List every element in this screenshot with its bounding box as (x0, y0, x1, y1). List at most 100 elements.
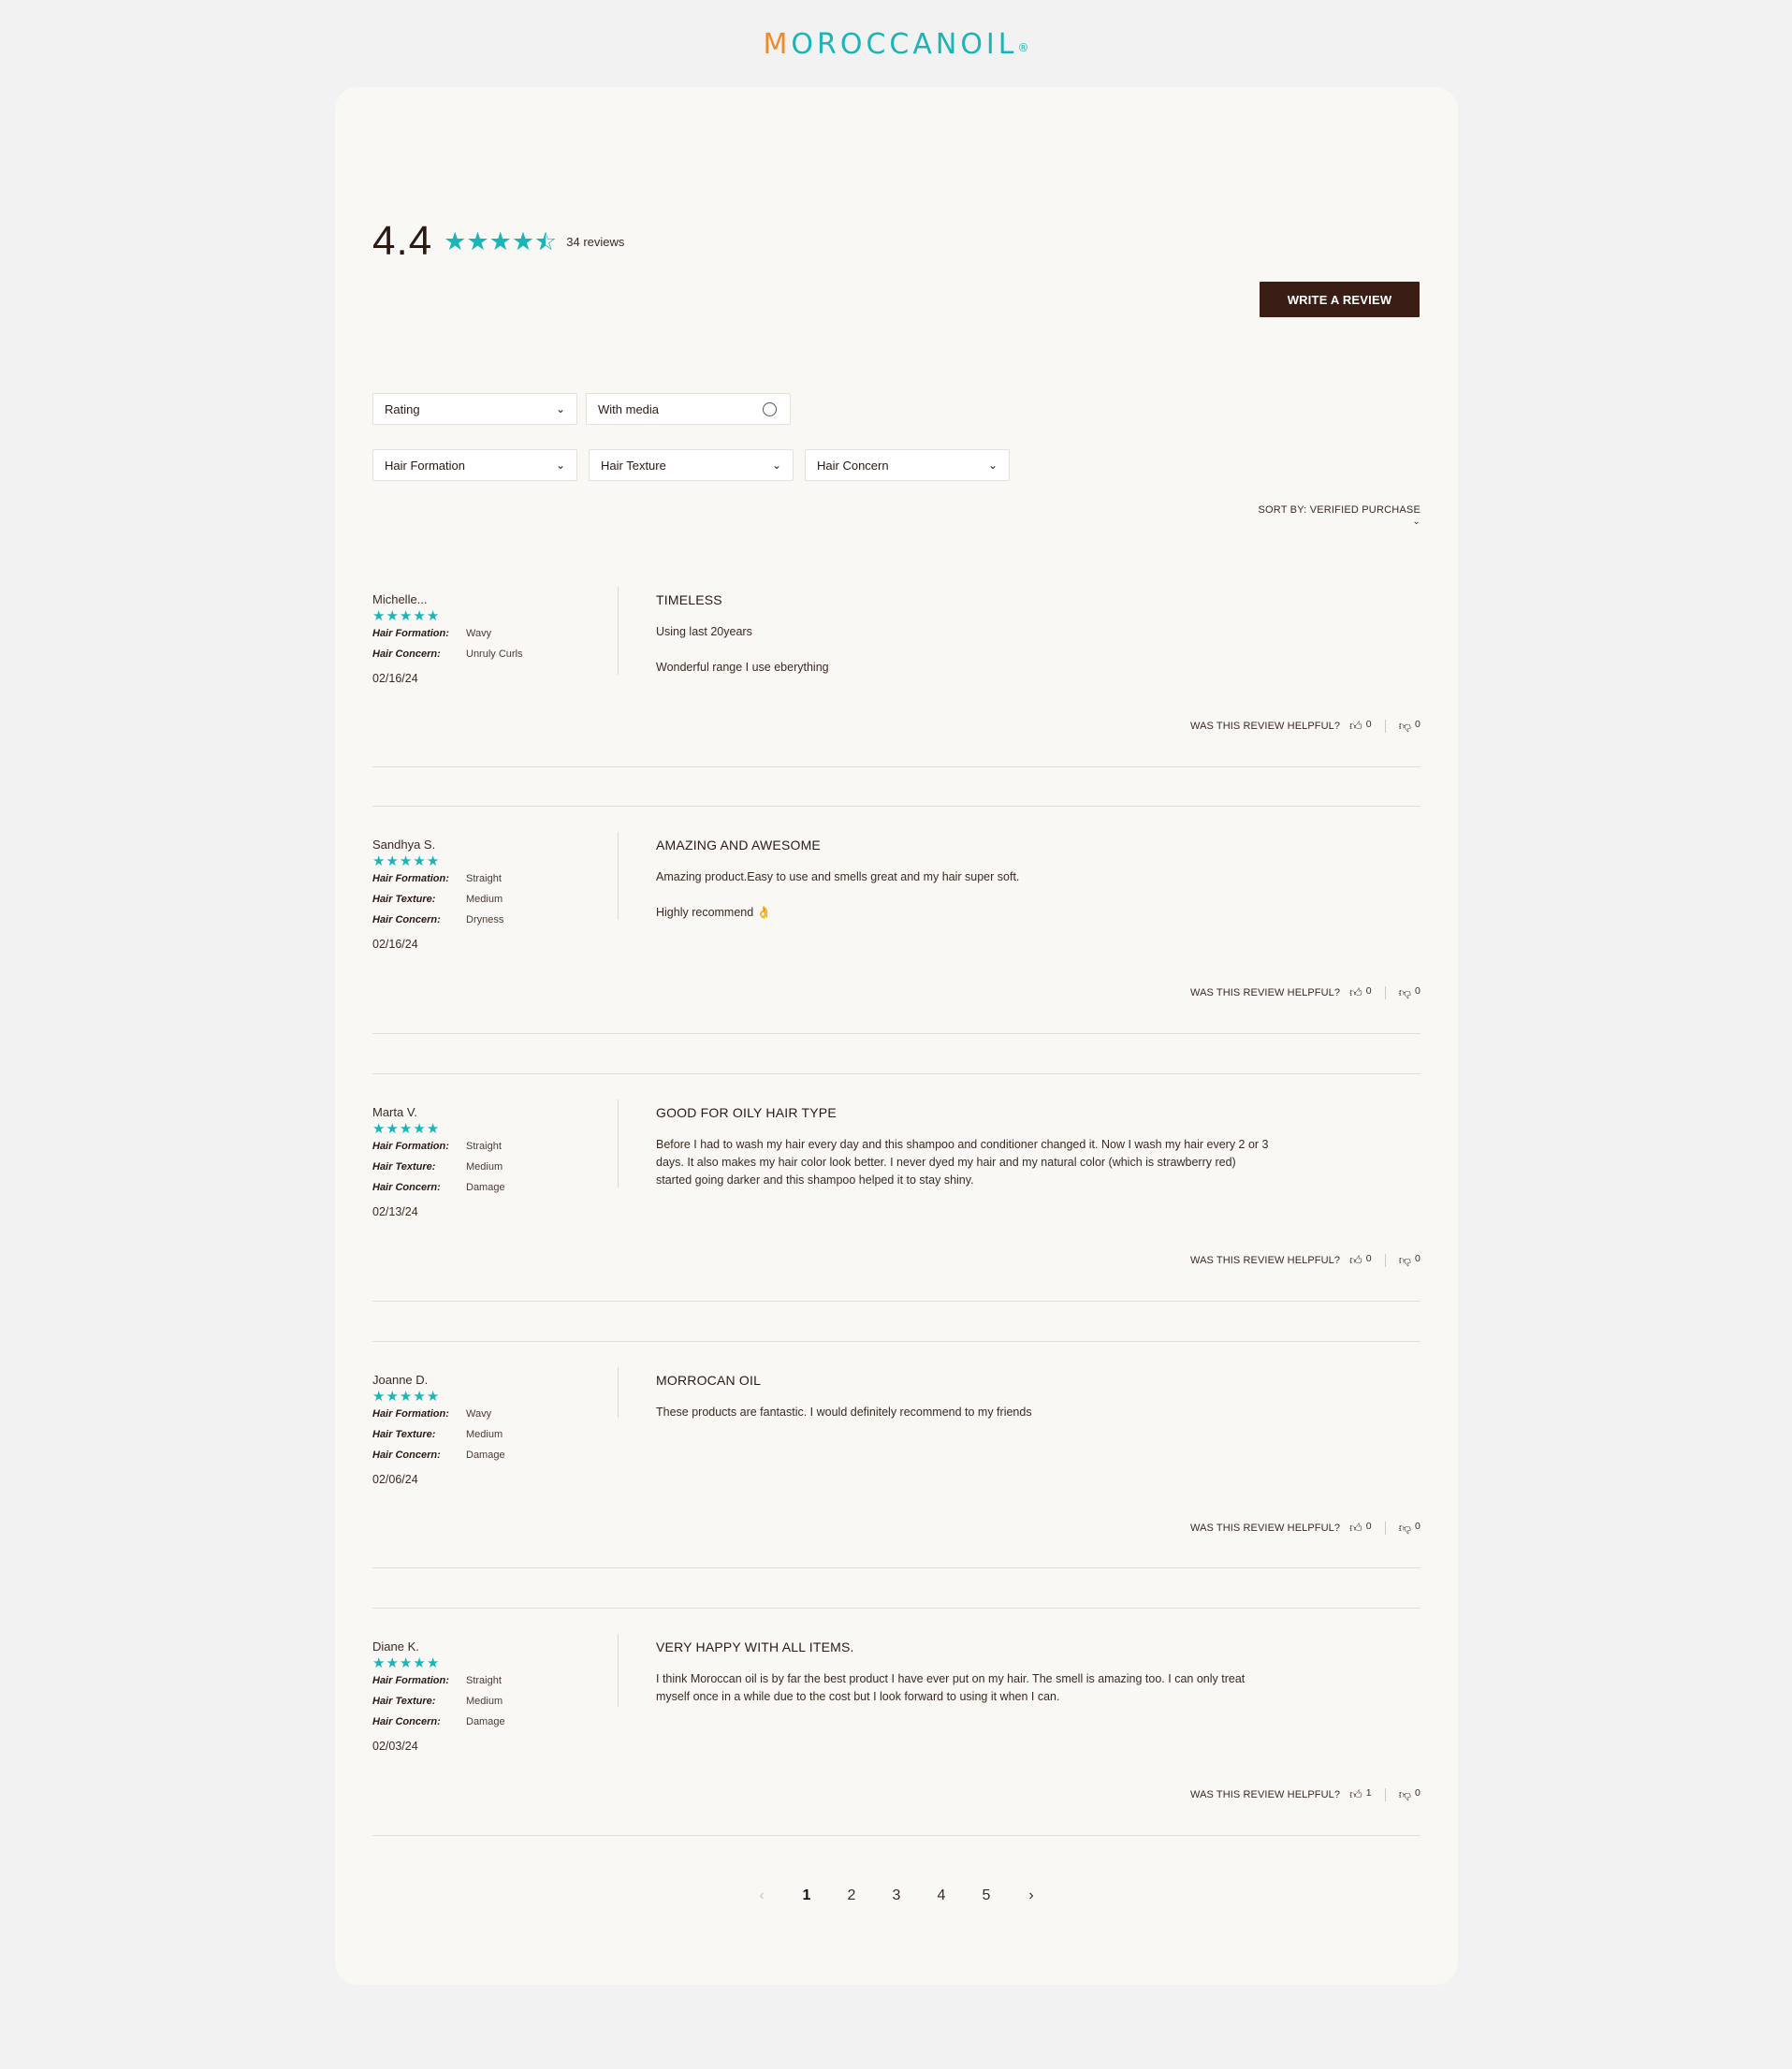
review-paragraph: Highly recommend 👌 (656, 906, 772, 919)
thumbs-down-button[interactable]: 👎︎ 0 (1399, 1787, 1420, 1802)
previous-page-button[interactable]: ‹ (739, 1887, 784, 1904)
attribute-label: Hair Concern: (372, 1716, 441, 1727)
thumbs-down-button[interactable]: 👎︎ 0 (1399, 719, 1420, 734)
thumbs-up-button[interactable]: 👍︎ 0 (1349, 1521, 1372, 1536)
attribute-label: Hair Texture: (372, 1161, 436, 1173)
review-date: 02/16/24 (372, 938, 418, 951)
review-body: I think Moroccan oil is by far the best … (656, 1670, 1274, 1724)
rating-summary: 4.4 ★ ★ ★ ★ ☆★ 34 reviews (372, 218, 624, 265)
with-media-radio[interactable] (763, 401, 777, 416)
star-icon: ★ (413, 1121, 426, 1137)
chevron-down-icon: ⌄ (555, 459, 565, 472)
thumbs-down-button[interactable]: 👎︎ 0 (1399, 1521, 1420, 1536)
attribute-label: Hair Formation: (372, 1408, 449, 1420)
review-count: 34 reviews (566, 234, 625, 249)
review-divider (372, 1341, 1420, 1342)
review-divider-vertical (618, 1100, 619, 1187)
star-icon: ★ (426, 1121, 440, 1137)
chevron-down-icon: ⌄ (987, 459, 998, 472)
attribute-label: Hair Formation: (372, 873, 449, 884)
with-media-label: With media (598, 401, 660, 416)
hair-concern-filter-dropdown[interactable]: Hair Concern ⌄ (805, 449, 1010, 481)
page-4-button[interactable]: 4 (919, 1887, 964, 1904)
hair-concern-attribute: Hair Concern: Damage (372, 1450, 505, 1461)
review-title: GOOD FOR OILY HAIR TYPE (656, 1105, 837, 1120)
hair-formation-attribute: Hair Formation: Straight (372, 873, 502, 884)
thumbs-up-button[interactable]: 👍︎ 0 (1349, 1253, 1372, 1268)
star-icon: ★ (426, 608, 440, 624)
review-body: Using last 20years Wonderful range I use… (656, 623, 1274, 694)
page-1-button[interactable]: 1 (784, 1887, 829, 1904)
rating-filter-label: Rating (385, 401, 420, 416)
attribute-label: Hair Formation: (372, 1675, 449, 1686)
star-icon: ★ (386, 608, 399, 624)
review-paragraph: Using last 20years (656, 625, 752, 638)
helpful-question: WAS THIS REVIEW HELPFUL? (1190, 1255, 1341, 1266)
helpful-question: WAS THIS REVIEW HELPFUL? (1190, 987, 1341, 998)
helpful-question: WAS THIS REVIEW HELPFUL? (1190, 721, 1341, 732)
reviewer-name: Joanne D. (372, 1373, 429, 1387)
review-stars: ★ ★ ★ ★ ★ (372, 1656, 440, 1670)
star-icon: ★ (466, 226, 489, 255)
star-icon: ★ (413, 608, 426, 624)
attribute-value: Dryness (466, 914, 504, 925)
star-icon: ★ (372, 1655, 386, 1671)
logo-initial: M (763, 28, 792, 61)
sort-by-dropdown[interactable]: SORT BY: VERIFIED PURCHASE ⌄ (1252, 504, 1420, 527)
hair-texture-filter-label: Hair Texture (601, 458, 666, 473)
review-stars: ★ ★ ★ ★ ★ (372, 1390, 440, 1404)
attribute-label: Hair Concern: (372, 914, 441, 925)
thumbs-up-icon: 👍︎ (1349, 719, 1362, 733)
hair-concern-attribute: Hair Concern: Damage (372, 1182, 505, 1193)
hair-concern-attribute: Hair Concern: Dryness (372, 914, 503, 925)
review-paragraph: These products are fantastic. I would de… (656, 1406, 1032, 1419)
attribute-value: Wavy (466, 1408, 492, 1420)
thumbs-down-count: 0 (1415, 1521, 1420, 1532)
helpful-question: WAS THIS REVIEW HELPFUL? (1190, 1523, 1341, 1534)
next-page-button[interactable]: › (1009, 1887, 1054, 1904)
helpful-votes: WAS THIS REVIEW HELPFUL? 👍︎ 0 👎︎ 0 (1190, 719, 1420, 734)
review-paragraph: Wonderful range I use eberything (656, 661, 829, 674)
attribute-label: Hair Concern: (372, 648, 441, 660)
attribute-label: Hair Concern: (372, 1450, 441, 1461)
thumbs-down-button[interactable]: 👎︎ 0 (1399, 985, 1420, 1000)
write-review-button[interactable]: WRITE A REVIEW (1260, 282, 1420, 317)
thumbs-up-button[interactable]: 👍︎ 1 (1349, 1787, 1372, 1802)
thumbs-up-button[interactable]: 👍︎ 0 (1349, 719, 1372, 734)
average-stars: ★ ★ ★ ★ ☆★ (444, 226, 558, 255)
attribute-value: Damage (466, 1450, 505, 1461)
thumbs-up-button[interactable]: 👍︎ 0 (1349, 985, 1372, 1000)
page-2-button[interactable]: 2 (829, 1887, 874, 1904)
attribute-value: Straight (466, 1675, 502, 1686)
thumbs-up-icon: 👍︎ (1349, 985, 1362, 999)
half-star-icon: ☆★ (534, 226, 558, 255)
star-icon: ★ (386, 1389, 399, 1405)
chevron-down-icon: ⌄ (771, 459, 781, 472)
hair-formation-filter-dropdown[interactable]: Hair Formation ⌄ (372, 449, 577, 481)
star-icon: ★ (426, 853, 440, 869)
reviewer-name: Marta V. (372, 1105, 417, 1119)
thumbs-down-icon: 👎︎ (1398, 985, 1412, 999)
thumbs-up-count: 0 (1365, 1253, 1372, 1264)
reviews-card: 4.4 ★ ★ ★ ★ ☆★ 34 reviews WRITE A REVIEW… (335, 87, 1458, 1985)
brand-logo[interactable]: MOROCCANOIL® (0, 28, 1792, 61)
attribute-value: Medium (466, 1161, 503, 1173)
hair-texture-filter-dropdown[interactable]: Hair Texture ⌄ (589, 449, 794, 481)
review-divider (372, 1608, 1420, 1609)
sort-by-value: VERIFIED PURCHASE (1309, 504, 1420, 516)
thumbs-down-button[interactable]: 👎︎ 0 (1399, 1253, 1420, 1268)
star-icon: ★ (413, 853, 426, 869)
rating-filter-dropdown[interactable]: Rating ⌄ (372, 393, 577, 425)
with-media-filter[interactable]: With media (586, 393, 791, 425)
helpful-votes: WAS THIS REVIEW HELPFUL? 👍︎ 0 👎︎ 0 (1190, 1253, 1420, 1268)
page-3-button[interactable]: 3 (874, 1887, 919, 1904)
hair-formation-attribute: Hair Formation: Wavy (372, 1408, 491, 1420)
hair-concern-attribute: Hair Concern: Damage (372, 1716, 505, 1727)
hair-concern-attribute: Hair Concern: Unruly Curls (372, 648, 523, 660)
page-5-button[interactable]: 5 (964, 1887, 1009, 1904)
review-divider (372, 766, 1420, 767)
hair-texture-attribute: Hair Texture: Medium (372, 1696, 503, 1707)
star-icon: ★ (372, 853, 386, 869)
star-icon: ★ (413, 1389, 426, 1405)
thumbs-up-count: 1 (1365, 1787, 1372, 1799)
